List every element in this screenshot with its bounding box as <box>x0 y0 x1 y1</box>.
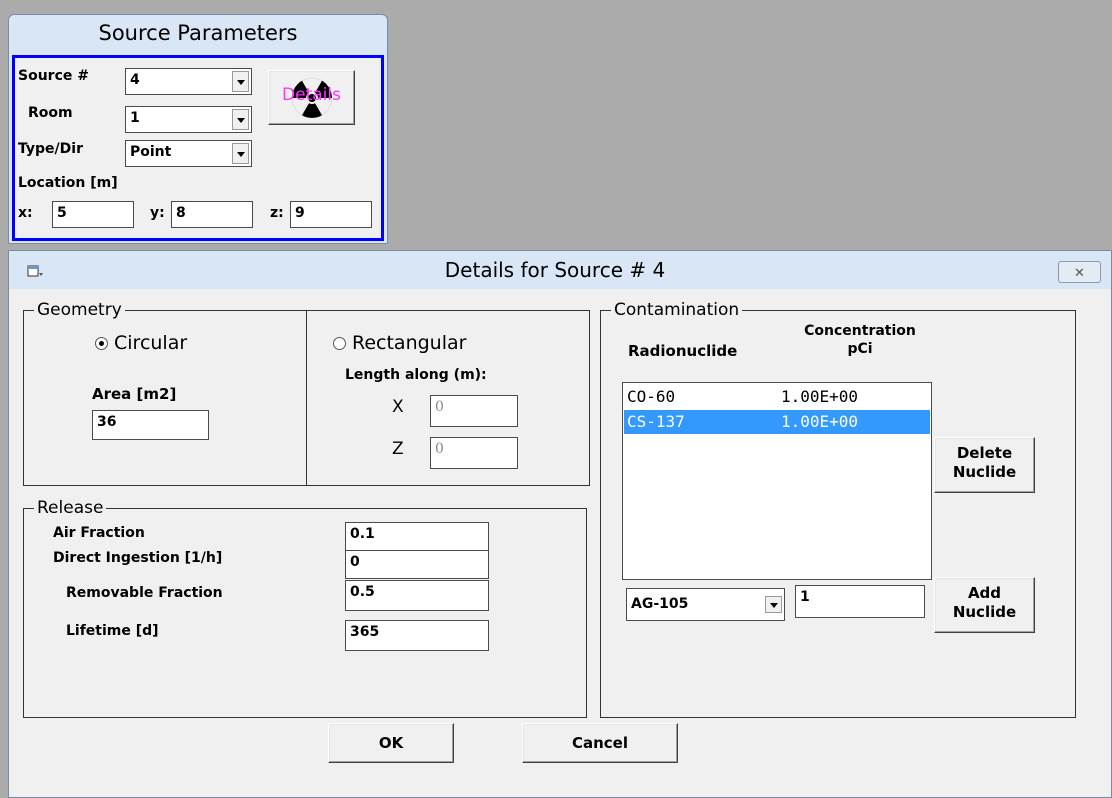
circular-label: Circular <box>114 332 188 354</box>
length-x-input[interactable]: 0 <box>430 395 518 427</box>
room-select[interactable]: 1 <box>125 106 252 133</box>
length-x-label: X <box>392 397 404 417</box>
contamination-legend: Contamination <box>611 300 743 320</box>
length-z-label: Z <box>392 439 404 459</box>
add-concentration-input[interactable]: 1 <box>795 585 925 618</box>
direct-ingestion-label: Direct Ingestion [1/h] <box>53 550 223 566</box>
nuclide-list[interactable]: CO-60 1.00E+00 CS-137 1.00E+00 <box>622 382 932 580</box>
nuclide-name: CS-137 <box>627 412 685 431</box>
removable-fraction-label: Removable Fraction <box>66 585 223 601</box>
direct-ingestion-input[interactable]: 0 <box>345 550 489 579</box>
chevron-down-icon <box>765 596 782 613</box>
lifetime-label: Lifetime [d] <box>66 623 159 639</box>
air-fraction-label: Air Fraction <box>53 525 145 541</box>
length-z-input[interactable]: 0 <box>430 437 518 469</box>
source-parameters-title: Source Parameters <box>98 21 298 45</box>
x-input[interactable]: 5 <box>52 201 134 228</box>
add-nuclide-button[interactable]: Add Nuclide <box>934 577 1035 633</box>
circular-radio[interactable]: Circular <box>95 332 187 354</box>
nuclide-concentration: 1.00E+00 <box>781 412 859 431</box>
removable-fraction-input[interactable]: 0.5 <box>345 580 489 611</box>
release-legend: Release <box>34 498 107 518</box>
nuclide-select[interactable]: AG-105 <box>626 588 785 621</box>
type-dir-select[interactable]: Point <box>125 140 252 167</box>
close-button[interactable]: ✕ <box>1058 261 1101 283</box>
source-number-label: Source # <box>18 68 89 84</box>
radio-selected-icon <box>95 337 108 350</box>
geometry-legend: Geometry <box>34 300 125 320</box>
length-along-label: Length along (m): <box>345 367 487 383</box>
list-item[interactable]: CO-60 1.00E+00 <box>624 385 930 409</box>
details-button[interactable]: Details <box>268 70 355 125</box>
rectangular-label: Rectangular <box>352 332 467 354</box>
air-fraction-input[interactable]: 0.1 <box>345 522 489 551</box>
z-label: z: <box>270 205 284 221</box>
close-icon: ✕ <box>1074 266 1085 281</box>
cancel-button[interactable]: Cancel <box>522 723 678 763</box>
y-input[interactable]: 8 <box>171 201 253 228</box>
chevron-down-icon <box>232 109 249 130</box>
app-icon <box>27 265 43 277</box>
rectangular-radio[interactable]: Rectangular <box>333 332 466 354</box>
lifetime-input[interactable]: 365 <box>345 620 489 651</box>
area-input[interactable]: 36 <box>92 410 209 440</box>
room-label: Room <box>28 105 73 121</box>
chevron-down-icon <box>232 143 249 164</box>
location-label: Location [m] <box>18 175 118 191</box>
details-button-label: Details <box>282 85 341 105</box>
z-input[interactable]: 9 <box>290 201 372 228</box>
concentration-header: Concentration pCi <box>804 323 916 357</box>
type-dir-label: Type/Dir <box>18 141 83 157</box>
x-label: x: <box>18 205 33 221</box>
list-item-selected[interactable]: CS-137 1.00E+00 <box>624 410 930 434</box>
radio-unselected-icon <box>333 337 346 350</box>
details-dialog-title: Details for Source # 4 <box>444 258 666 282</box>
nuclide-concentration: 1.00E+00 <box>781 387 859 406</box>
area-label: Area [m2] <box>92 385 177 403</box>
radionuclide-header: Radionuclide <box>628 342 738 360</box>
delete-nuclide-button[interactable]: Delete Nuclide <box>934 437 1035 493</box>
y-label: y: <box>150 205 165 221</box>
source-number-select[interactable]: 4 <box>125 68 252 95</box>
geometry-divider <box>306 310 307 486</box>
ok-button[interactable]: OK <box>328 723 454 763</box>
chevron-down-icon <box>232 71 249 92</box>
nuclide-name: CO-60 <box>627 387 676 406</box>
